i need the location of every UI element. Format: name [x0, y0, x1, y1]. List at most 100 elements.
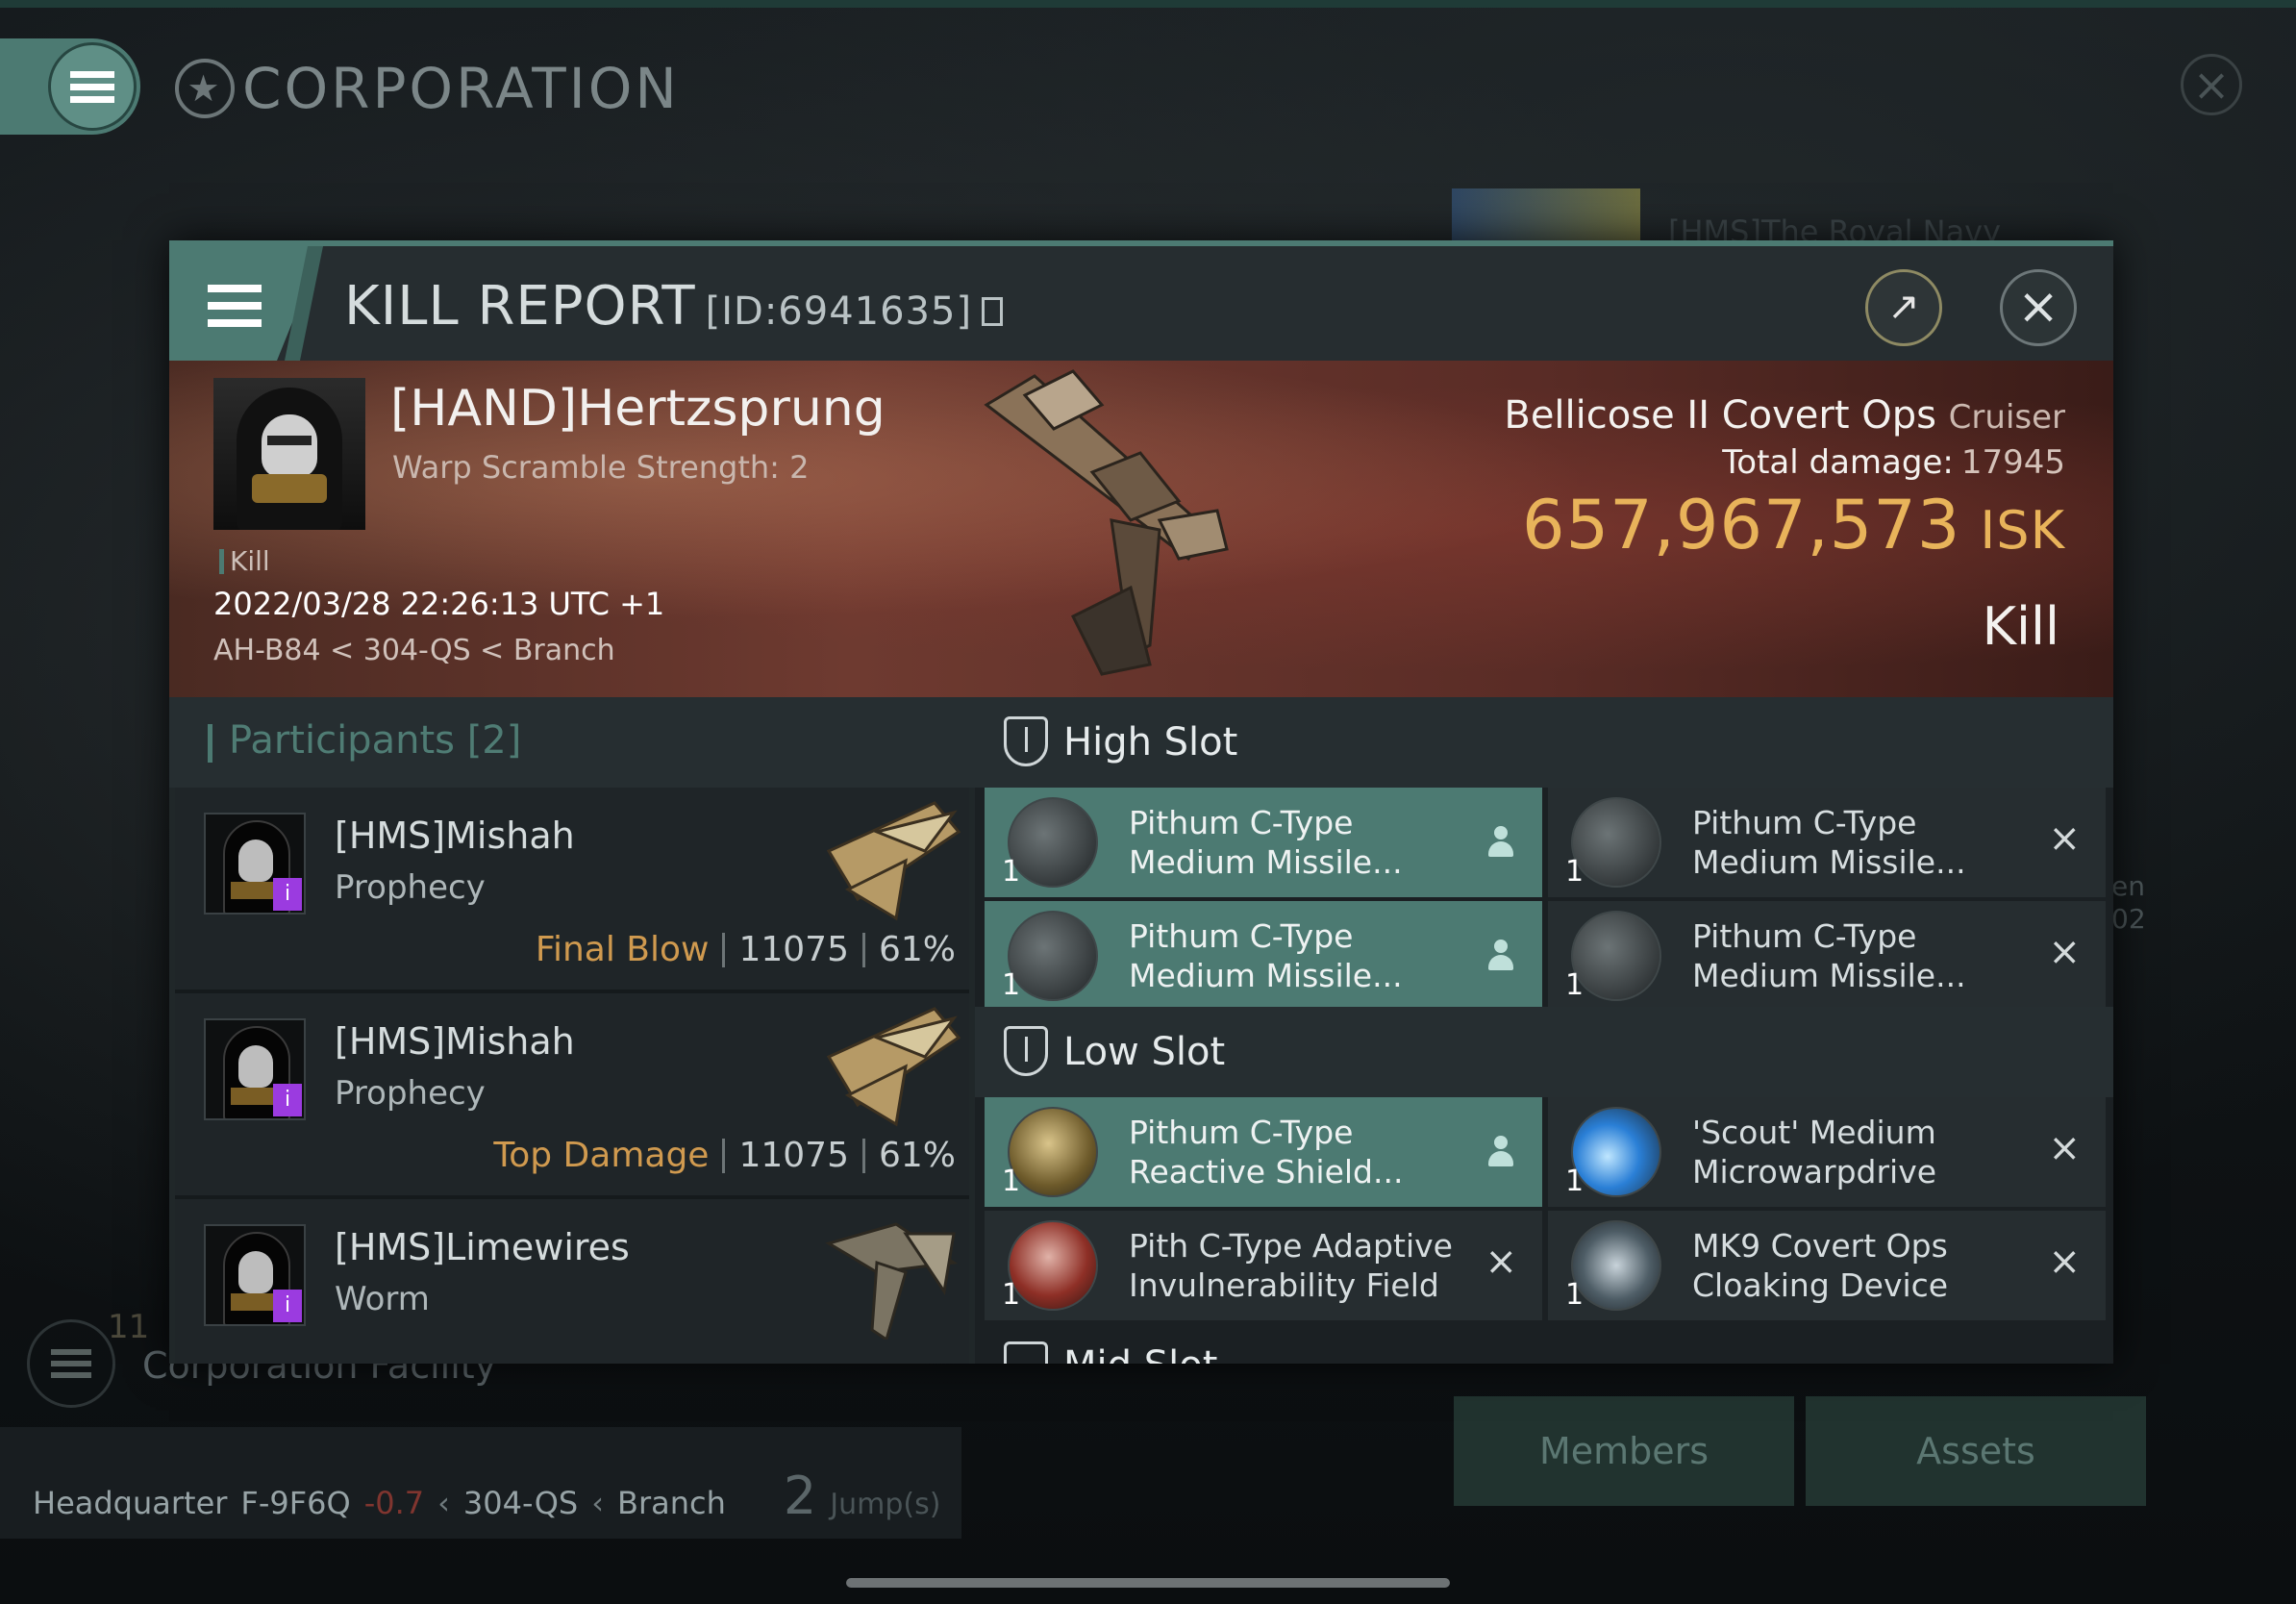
isk-value: 657,967,573 ISK [1522, 486, 2065, 564]
kill-report-header: KILL REPORT [ID:6941635] ↗ × [169, 240, 2113, 361]
missile-launcher-icon [1571, 911, 1661, 1001]
copy-icon[interactable] [982, 297, 1004, 326]
module-qty: 1 [1565, 968, 1585, 1002]
hq-system: F-9F6Q [240, 1485, 351, 1521]
facility-count: 11 [108, 1308, 150, 1346]
module-qty: 1 [1002, 968, 1021, 1002]
hq-region: Branch [617, 1485, 726, 1521]
ship-name-text: Bellicose II Covert Ops [1504, 393, 1936, 438]
participant-damage: 11075 [738, 1136, 849, 1175]
participant-stats: Final Blow 11075 61% [536, 930, 956, 969]
module-item[interactable]: 1 Pithum C-Type Medium Missile... × [1548, 788, 2106, 897]
home-indicator[interactable] [846, 1578, 1450, 1588]
participant-name: [HMS]Limewires [335, 1226, 630, 1268]
destroyed-x-icon: × [2048, 1126, 2081, 1170]
background-close-icon[interactable]: × [2181, 54, 2242, 115]
main-menu-button[interactable] [48, 42, 137, 131]
module-qty: 1 [1002, 1278, 1021, 1312]
destroyed-x-icon: × [1485, 1240, 1517, 1284]
chevron-left-icon: ‹ [591, 1485, 605, 1521]
participants-label-text: Participants [229, 718, 455, 763]
participants-label: Participants [2] [229, 718, 521, 763]
participant-ship-image[interactable] [819, 999, 963, 1134]
hq-security: -0.7 [363, 1485, 425, 1521]
participant-name: [HMS]Mishah [335, 815, 575, 857]
corporation-title-text: CORPORATION [242, 56, 680, 121]
destroyed-x-icon: × [2048, 816, 2081, 861]
microwarpdrive-icon [1571, 1107, 1661, 1197]
victim-ship-image[interactable] [967, 366, 1256, 684]
module-qty: 1 [1002, 855, 1021, 889]
module-item[interactable]: 1 MK9 Covert Ops Cloaking Device × [1548, 1211, 2106, 1320]
chevron-left-icon: ‹ [437, 1485, 450, 1521]
kill-report-modal: KILL REPORT [ID:6941635] ↗ × [HAND]Hertzs… [169, 240, 2113, 1364]
participant-role: Final Blow [535, 930, 710, 969]
participant-row[interactable]: i [HMS]Limewires Worm [175, 1199, 969, 1364]
total-damage-label: Total damage: [1722, 443, 1954, 482]
low-slot-icon [1004, 1026, 1048, 1076]
assets-button[interactable]: Assets [1806, 1396, 2146, 1506]
dropped-person-icon [1486, 1136, 1515, 1168]
participant-percent: 61% [878, 930, 956, 969]
mid-slot-label: Mid Slot [1063, 1343, 1217, 1364]
fitting-panel: High Slot 1 Pithum C-Type Medium Missile… [975, 697, 2113, 1364]
close-button[interactable]: × [2000, 269, 2077, 346]
low-slot-header: Low Slot [975, 1007, 2113, 1097]
hamburger-icon [208, 275, 262, 337]
participant-percent: 61% [878, 1136, 956, 1175]
module-name: Pithum C-Type Medium Missile... [1692, 804, 1966, 881]
participant-row[interactable]: i [HMS]Mishah Prophecy Final Blow 11075 … [175, 788, 969, 993]
high-slot-header: High Slot [975, 697, 2113, 788]
kill-location[interactable]: AH-B84 < 304-QS < Branch [213, 634, 615, 667]
facility-menu-button[interactable] [27, 1319, 115, 1408]
participant-ship-image[interactable] [819, 793, 963, 928]
participant-avatar[interactable]: i [204, 813, 306, 915]
hamburger-icon [70, 65, 114, 109]
module-item[interactable]: 1 Pithum C-Type Reactive Shield... [985, 1097, 1542, 1207]
module-item[interactable]: 1 Pith C-Type Adaptive Invulnerability F… [985, 1211, 1542, 1320]
total-damage: Total damage: 17945 [1722, 443, 2065, 482]
victim-name[interactable]: [HAND]Hertzsprung [390, 380, 886, 438]
share-button[interactable]: ↗ [1865, 269, 1942, 346]
participant-stats: Top Damage 11075 61% [493, 1136, 956, 1175]
participant-ship: Prophecy [335, 1074, 486, 1113]
module-name: MK9 Covert Ops Cloaking Device [1692, 1227, 1949, 1304]
info-badge-icon: i [273, 1084, 302, 1116]
corporation-star-icon: ★ [175, 59, 235, 118]
hq-constellation: 304-QS [462, 1485, 579, 1521]
module-name: Pith C-Type Adaptive Invulnerability Fie… [1129, 1227, 1453, 1304]
background-right-text-2: 02 [2111, 903, 2146, 935]
destroyed-x-icon: × [2048, 1240, 2081, 1284]
ship-class-text: Cruiser [1948, 398, 2065, 437]
background-right-text-1: en [2111, 870, 2145, 902]
module-item[interactable]: 1 'Scout' Medium Microwarpdrive × [1548, 1097, 2106, 1207]
module-item[interactable]: 1 Pithum C-Type Medium Missile... [985, 901, 1542, 1011]
module-item[interactable]: 1 Pithum C-Type Medium Missile... × [1548, 901, 2106, 1011]
warp-scramble-strength: Warp Scramble Strength: 2 [392, 449, 810, 486]
info-badge-icon: i [273, 1290, 302, 1322]
module-name: Pithum C-Type Medium Missile... [1129, 804, 1403, 881]
victim-ship-name[interactable]: Bellicose II Covert Ops Cruiser [1504, 393, 2065, 438]
module-qty: 1 [1565, 1165, 1585, 1198]
missile-launcher-icon [1008, 797, 1098, 888]
isk-unit: ISK [1980, 500, 2065, 561]
kill-tag: Kill [219, 545, 270, 577]
victim-portrait[interactable] [213, 378, 365, 530]
high-slot-icon [1004, 716, 1048, 766]
high-slot-label: High Slot [1063, 720, 1238, 764]
kill-report-id: [ID:6941635] [705, 289, 973, 334]
background-right-text: en 02 [2111, 870, 2146, 936]
participants-panel: Participants [2] i [HMS]Mishah Prophecy … [169, 697, 975, 1364]
headquarter-info: Headquarter F-9F6Q -0.7 ‹ 304-QS ‹ Branc… [33, 1466, 940, 1526]
module-qty: 1 [1002, 1165, 1021, 1198]
victim-banner: [HAND]Hertzsprung Warp Scramble Strength… [169, 361, 2113, 697]
isk-amount: 657,967,573 [1522, 486, 1961, 564]
participant-ship: Prophecy [335, 868, 486, 907]
participant-row[interactable]: i [HMS]Mishah Prophecy Top Damage 11075 … [175, 993, 969, 1199]
members-button[interactable]: Members [1454, 1396, 1794, 1506]
external-link-icon: ↗ [1887, 285, 1920, 329]
participant-ship-image[interactable] [819, 1205, 963, 1340]
participant-avatar[interactable]: i [204, 1224, 306, 1326]
participant-avatar[interactable]: i [204, 1018, 306, 1120]
module-item[interactable]: 1 Pithum C-Type Medium Missile... [985, 788, 1542, 897]
